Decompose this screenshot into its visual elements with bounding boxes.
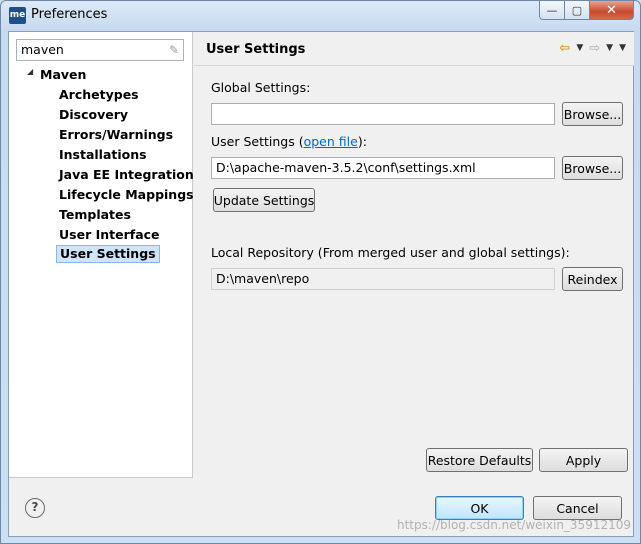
- app-icon: me: [9, 7, 26, 24]
- close-button[interactable]: ✕: [590, 1, 634, 20]
- local-repository-field: D:\maven\repo: [211, 268, 555, 290]
- preference-tree-pane: maven ✎ ◢ Maven Archetypes Discovery Err…: [9, 32, 194, 478]
- user-settings-label: User Settings (open file):: [211, 134, 367, 149]
- settings-page: User Settings ⇦ ▼ ⇨ ▼ ▼ Global Settings:…: [194, 32, 634, 478]
- tree-node-java-ee-integration[interactable]: Java EE Integration: [56, 166, 197, 184]
- back-history-dropdown-icon[interactable]: ▼: [576, 41, 583, 56]
- watermark-text: https://blog.csdn.net/weixin_35912109: [396, 518, 631, 532]
- user-settings-label-text: User Settings (: [211, 134, 304, 149]
- title-bar: me Preferences — ▢ ✕: [1, 1, 640, 31]
- back-arrow-icon[interactable]: ⇦: [559, 41, 570, 56]
- help-icon[interactable]: ?: [25, 498, 45, 518]
- restore-defaults-button[interactable]: Restore Defaults: [426, 448, 533, 472]
- preferences-window: me Preferences — ▢ ✕ maven ✎ ◢ Maven Arc…: [0, 0, 641, 544]
- user-settings-label-end: ):: [357, 134, 367, 149]
- filter-input-value: maven: [21, 42, 64, 57]
- open-file-link[interactable]: open file: [304, 134, 358, 149]
- forward-history-dropdown-icon[interactable]: ▼: [606, 41, 613, 56]
- page-navigation: ⇦ ▼ ⇨ ▼ ▼: [559, 41, 626, 56]
- minimize-button[interactable]: —: [539, 1, 565, 20]
- user-settings-browse-button[interactable]: Browse...: [562, 156, 623, 180]
- ok-button[interactable]: OK: [435, 496, 524, 520]
- user-settings-field[interactable]: D:\apache-maven-3.5.2\conf\settings.xml: [211, 157, 555, 179]
- local-repository-label: Local Repository (From merged user and g…: [211, 245, 570, 260]
- page-header: User Settings ⇦ ▼ ⇨ ▼ ▼: [194, 32, 634, 66]
- tree-node-errors-warnings[interactable]: Errors/Warnings: [56, 126, 176, 144]
- apply-button[interactable]: Apply: [539, 448, 628, 472]
- global-settings-browse-button[interactable]: Browse...: [562, 102, 623, 126]
- eraser-icon[interactable]: ✎: [169, 43, 179, 57]
- tree-node-user-settings[interactable]: User Settings: [56, 245, 160, 263]
- global-settings-field[interactable]: [211, 103, 555, 125]
- global-settings-label: Global Settings:: [211, 80, 311, 95]
- tree-node-lifecycle-mappings[interactable]: Lifecycle Mappings: [56, 186, 197, 204]
- tree-node-templates[interactable]: Templates: [56, 206, 134, 224]
- window-title: Preferences: [31, 7, 108, 22]
- dialog-footer: ? OK Cancel https://blog.csdn.net/weixin…: [9, 478, 633, 538]
- tree-node-maven[interactable]: Maven: [37, 66, 89, 84]
- window-controls: — ▢ ✕: [539, 1, 634, 21]
- filter-input[interactable]: maven ✎: [16, 39, 184, 61]
- tree-node-discovery[interactable]: Discovery: [56, 106, 131, 124]
- reindex-button[interactable]: Reindex: [562, 267, 623, 291]
- view-menu-icon[interactable]: ▼: [619, 41, 626, 56]
- page-title: User Settings: [206, 42, 306, 57]
- cancel-button[interactable]: Cancel: [533, 496, 622, 520]
- tree-node-installations[interactable]: Installations: [56, 146, 150, 164]
- expand-arrow-icon[interactable]: ◢: [27, 67, 33, 76]
- forward-arrow-icon[interactable]: ⇨: [589, 41, 600, 56]
- tree-node-user-interface[interactable]: User Interface: [56, 226, 163, 244]
- tree-node-archetypes[interactable]: Archetypes: [56, 86, 142, 104]
- dialog-client-area: maven ✎ ◢ Maven Archetypes Discovery Err…: [8, 31, 634, 537]
- update-settings-button[interactable]: Update Settings: [213, 188, 315, 212]
- maximize-button[interactable]: ▢: [565, 1, 590, 20]
